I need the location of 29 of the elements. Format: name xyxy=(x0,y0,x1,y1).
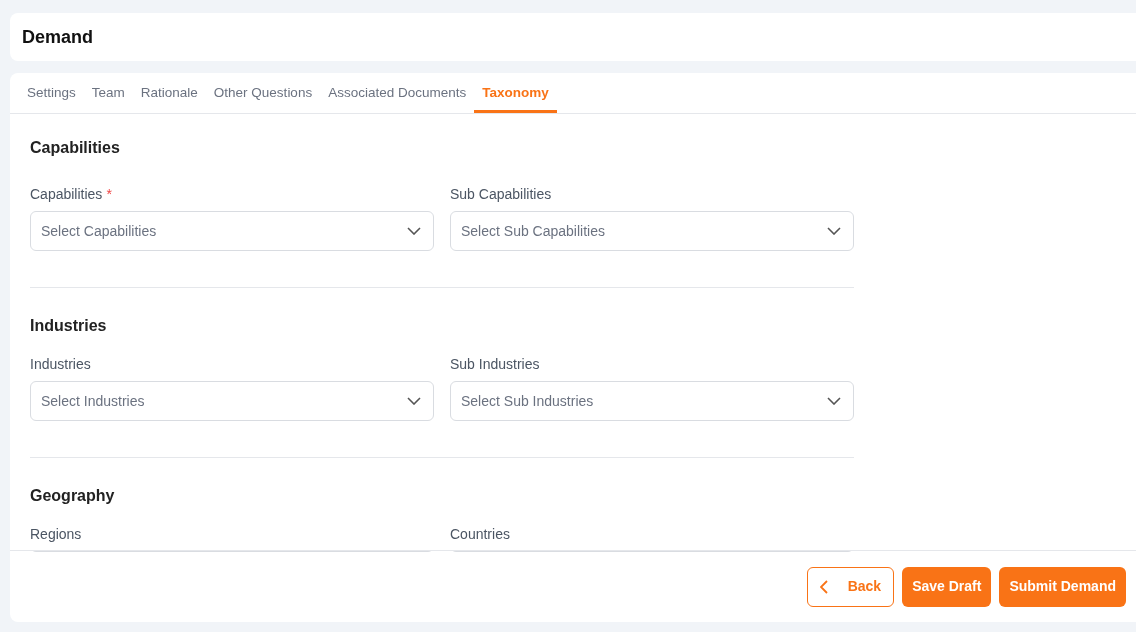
submit-demand-button[interactable]: Submit Demand xyxy=(999,566,1126,607)
chevron-down-icon xyxy=(407,397,421,405)
select-field[interactable]: Select Capabilities xyxy=(30,211,434,251)
chevron-down-icon xyxy=(827,397,841,405)
page-title: Demand xyxy=(22,25,93,49)
chevron-down-icon xyxy=(407,227,421,235)
select-field[interactable]: Select Sub Capabilities xyxy=(450,211,854,251)
save-draft-button[interactable]: Save Draft xyxy=(902,566,992,607)
tab[interactable]: Rationale xyxy=(132,73,206,113)
field-label: Sub Capabilities xyxy=(450,185,552,204)
select-field[interactable]: Select Sub Industries xyxy=(450,381,854,421)
select-field[interactable]: Select Industries xyxy=(30,381,434,421)
section-title: Industries xyxy=(30,316,108,336)
tab[interactable]: Other Questions xyxy=(205,73,321,113)
field-label: Capabilities xyxy=(30,185,103,204)
field-label: Countries xyxy=(450,525,510,544)
tab[interactable]: Team xyxy=(83,73,133,113)
tab[interactable]: Associated Documents xyxy=(320,73,475,113)
section-title: Capabilities xyxy=(30,138,121,158)
field-label: Sub Industries xyxy=(450,355,540,374)
field-label: Industries xyxy=(30,355,91,374)
section-title: Geography xyxy=(30,486,116,506)
chevron-down-icon xyxy=(827,227,841,235)
field-label: Regions xyxy=(30,525,82,544)
chevron-left-icon xyxy=(819,579,828,594)
tab[interactable]: Taxonomy xyxy=(474,73,557,113)
back-button[interactable]: Back xyxy=(806,566,895,607)
required-marker: * xyxy=(106,185,112,204)
tab[interactable]: Settings xyxy=(19,73,84,113)
